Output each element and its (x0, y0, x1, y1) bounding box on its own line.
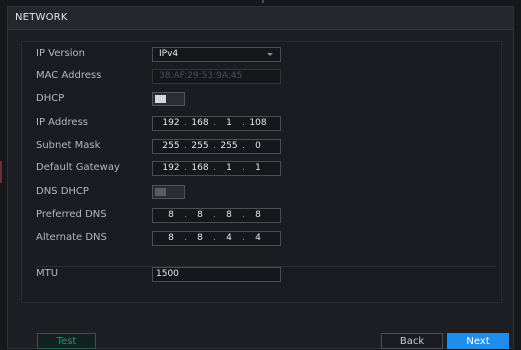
mtu-field[interactable]: 1500 (152, 267, 281, 282)
subnet-octet-1[interactable]: 255 (159, 140, 183, 153)
left-edge-mark (0, 161, 2, 183)
pdns-octet-4[interactable]: 8 (246, 209, 270, 222)
top-tick (262, 0, 264, 3)
subnet-octet-4[interactable]: 0 (246, 140, 270, 153)
adns-octet-3[interactable]: 4 (217, 232, 241, 245)
default-gateway-field[interactable]: 192. 168. 1. 1 (152, 161, 281, 176)
gateway-octet-3[interactable]: 1 (217, 162, 241, 175)
mac-address-value: 38:AF:29:53:9A:45 (159, 71, 243, 81)
toggle-knob (155, 95, 166, 103)
dhcp-toggle[interactable] (152, 92, 185, 106)
adns-octet-2[interactable]: 8 (188, 232, 212, 245)
subnet-mask-field[interactable]: 255. 255. 255. 0 (152, 139, 281, 154)
dhcp-label: DHCP (36, 93, 65, 104)
preferred-dns-field[interactable]: 8. 8. 8. 8 (152, 208, 281, 223)
adns-octet-1[interactable]: 8 (159, 232, 183, 245)
ip-version-label: IP Version (36, 48, 85, 59)
next-button[interactable]: Next (447, 333, 509, 349)
alternate-dns-label: Alternate DNS (36, 232, 107, 243)
alternate-dns-field[interactable]: 8. 8. 4. 4 (152, 231, 281, 246)
toggle-knob (155, 188, 166, 196)
default-gateway-label: Default Gateway (36, 162, 120, 173)
gateway-octet-1[interactable]: 192 (159, 162, 183, 175)
mac-address-field: 38:AF:29:53:9A:45 (152, 69, 281, 84)
pdns-octet-2[interactable]: 8 (188, 209, 212, 222)
title-bar: NETWORK (8, 7, 513, 30)
window-title: NETWORK (15, 12, 68, 23)
pdns-octet-1[interactable]: 8 (159, 209, 183, 222)
ip-address-field[interactable]: 192. 168. 1. 108 (152, 116, 281, 131)
network-window: NETWORK IP Version IPv4 MAC Address 38:A… (7, 6, 514, 349)
ip-version-value: IPv4 (159, 49, 179, 59)
ip-address-label: IP Address (36, 117, 88, 128)
dns-dhcp-toggle[interactable] (152, 185, 185, 199)
ip-version-select[interactable]: IPv4 (152, 47, 281, 62)
gateway-octet-2[interactable]: 168 (188, 162, 212, 175)
subnet-octet-3[interactable]: 255 (217, 140, 241, 153)
ip-octet-4[interactable]: 108 (246, 117, 270, 130)
subnet-octet-2[interactable]: 255 (188, 140, 212, 153)
pdns-octet-3[interactable]: 8 (217, 209, 241, 222)
back-button[interactable]: Back (381, 333, 443, 349)
dns-dhcp-label: DNS DHCP (36, 186, 89, 197)
chevron-down-icon (267, 53, 273, 56)
mac-address-label: MAC Address (36, 70, 102, 81)
ip-octet-2[interactable]: 168 (188, 117, 212, 130)
adns-octet-4[interactable]: 4 (246, 232, 270, 245)
mtu-label: MTU (36, 268, 59, 279)
gateway-octet-4[interactable]: 1 (246, 162, 270, 175)
preferred-dns-label: Preferred DNS (36, 209, 107, 220)
mtu-value: 1500 (156, 269, 179, 279)
ip-octet-3[interactable]: 1 (217, 117, 241, 130)
footer-bar: Test Back Next (0, 333, 521, 349)
test-button[interactable]: Test (37, 333, 96, 349)
ip-octet-1[interactable]: 192 (159, 117, 183, 130)
subnet-mask-label: Subnet Mask (36, 140, 101, 151)
